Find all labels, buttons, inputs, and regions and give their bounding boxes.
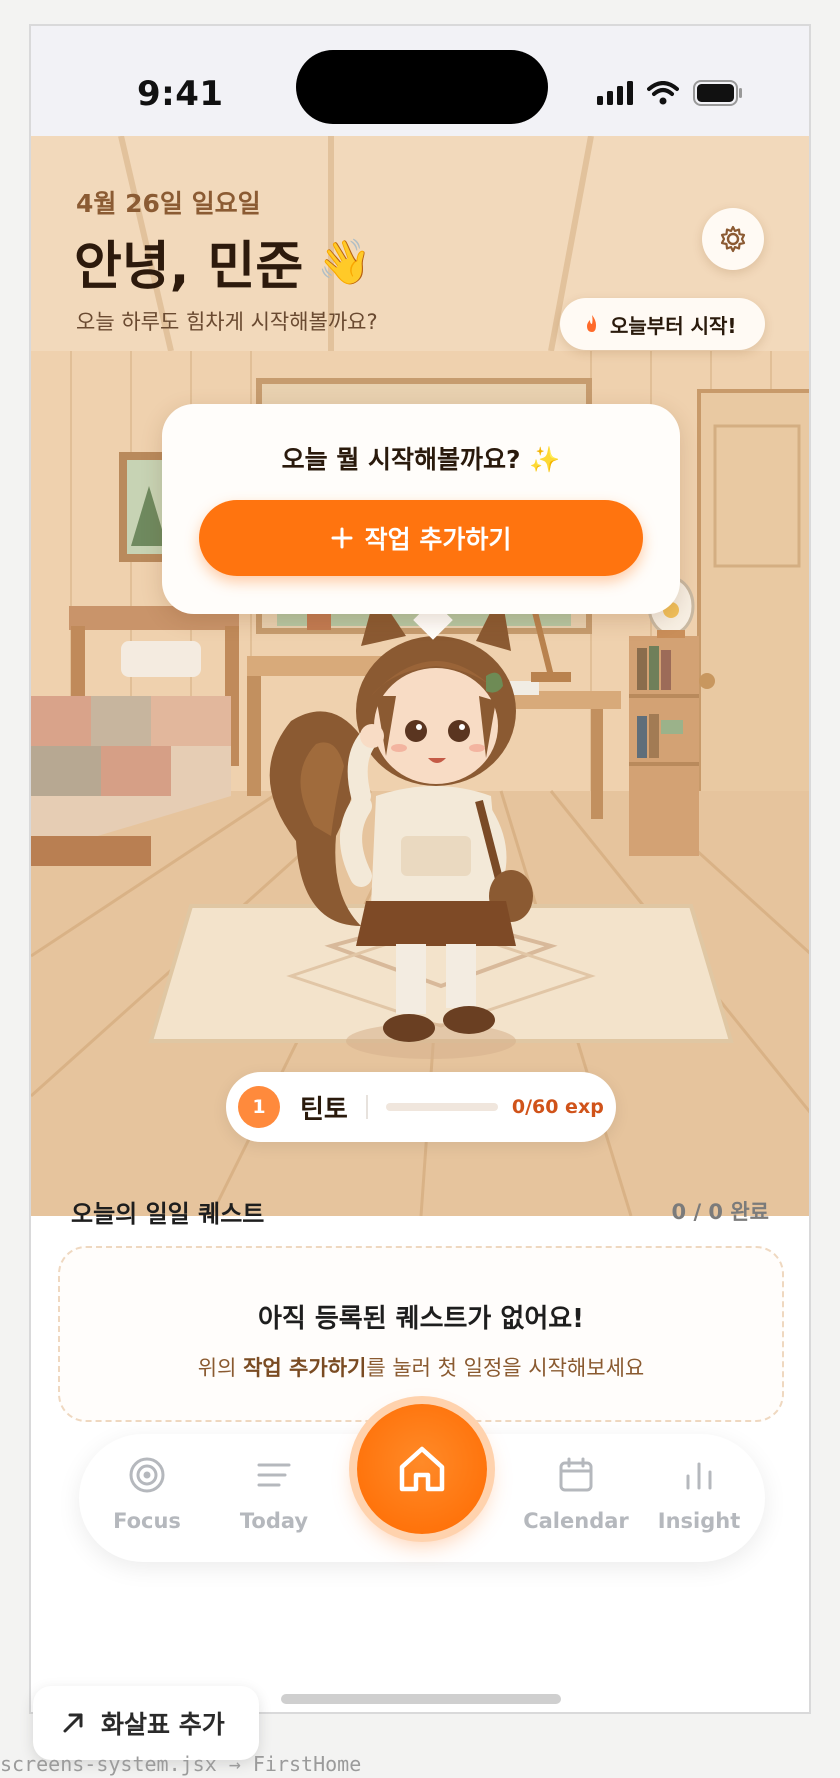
bubble-title: 오늘 뭘 시작해볼까요? ✨ [162, 440, 680, 476]
status-time: 9:41 [137, 74, 224, 114]
date-label: 4월 26일 일요일 [76, 189, 261, 218]
greeting-title: 안녕, 민준 👋 [74, 224, 372, 299]
status-bar: 9:41 [31, 26, 809, 136]
tab-insight[interactable]: Insight [639, 1456, 759, 1533]
streak-label: 오늘부터 시작! [610, 313, 737, 338]
wifi-icon [647, 81, 679, 105]
waving-hand-icon: 👋 [317, 236, 373, 288]
calendar-icon [559, 1457, 593, 1492]
tab-focus[interactable]: Focus [87, 1456, 207, 1533]
quest-count: 0 / 0 완료 [671, 1200, 769, 1224]
source-path-label: screens-system.jsx → FirstHome [0, 1752, 362, 1776]
exp-text: 0/60 exp [511, 1096, 604, 1118]
sparkles-icon: ✨ [529, 445, 561, 474]
bubble-title-text: 오늘 뭘 시작해볼까요? [281, 445, 521, 474]
signal-icon [597, 81, 633, 105]
gear-icon [720, 225, 746, 253]
empty-desc-emphasis: 작업 추가하기 [243, 1356, 367, 1380]
speech-bubble: 오늘 뭘 시작해볼까요? ✨ 작업 추가하기 [162, 404, 680, 614]
tab-insight-label: Insight [657, 1509, 741, 1533]
battery-icon [693, 80, 742, 106]
list-lines-icon [257, 1463, 291, 1487]
empty-quest-description: 위의 작업 추가하기를 눌러 첫 일정을 시작해보세요 [60, 1352, 782, 1382]
level-badge: 1 [238, 1086, 280, 1128]
empty-quest-card: 아직 등록된 퀘스트가 없어요! 위의 작업 추가하기를 눌러 첫 일정을 시작… [58, 1246, 784, 1422]
empty-desc-post: 를 눌러 첫 일정을 시작해보세요 [366, 1356, 645, 1380]
divider [365, 1095, 368, 1119]
tab-home[interactable] [357, 1404, 487, 1534]
focus-target-icon [129, 1457, 165, 1493]
character-level-pill[interactable]: 1 틴토 0/60 exp [226, 1072, 616, 1142]
settings-button[interactable] [702, 208, 764, 270]
tab-today[interactable]: Today [214, 1456, 334, 1533]
home-indicator [281, 1694, 561, 1704]
quest-section-title: 오늘의 일일 퀘스트 [71, 1200, 265, 1228]
add-task-label: 작업 추가하기 [364, 525, 512, 554]
system-icons [597, 80, 743, 106]
hero-room-scene: 4월 26일 일요일 안녕, 민준 👋 오늘 하루도 힘차게 시작해볼까요? 오… [31, 136, 809, 1216]
arrow-up-right-icon [63, 1713, 83, 1733]
empty-quest-title: 아직 등록된 퀘스트가 없어요! [257, 1304, 585, 1334]
character-name: 틴토 [300, 1094, 348, 1125]
add-arrow-button[interactable]: 화살표 추가 [33, 1686, 259, 1760]
tab-calendar-label: Calendar [523, 1509, 629, 1533]
tab-focus-label: Focus [113, 1509, 181, 1533]
phone-frame: 9:41 4월 26일 일요일 안녕, 민준 👋 오늘 하루도 힘차게 시작해볼… [29, 24, 811, 1714]
add-task-button[interactable]: 작업 추가하기 [199, 500, 643, 576]
streak-badge[interactable]: 오늘부터 시작! [560, 298, 765, 350]
exp-progress-bar [385, 1103, 498, 1111]
home-icon [399, 1446, 445, 1492]
empty-desc-pre: 위의 [197, 1356, 244, 1380]
dynamic-island [296, 50, 548, 124]
add-arrow-label: 화살표 추가 [101, 1710, 225, 1739]
plus-icon [331, 527, 353, 549]
greeting-text: 안녕, 민준 [74, 237, 304, 297]
bar-chart-icon [686, 1462, 712, 1490]
bottom-tab-bar: Focus Today Calendar Insight [79, 1404, 765, 1562]
greeting-subtitle: 오늘 하루도 힘차게 시작해볼까요? [76, 310, 378, 334]
tab-calendar[interactable]: Calendar [506, 1456, 646, 1533]
flame-icon [587, 315, 596, 332]
tab-today-label: Today [239, 1509, 309, 1533]
